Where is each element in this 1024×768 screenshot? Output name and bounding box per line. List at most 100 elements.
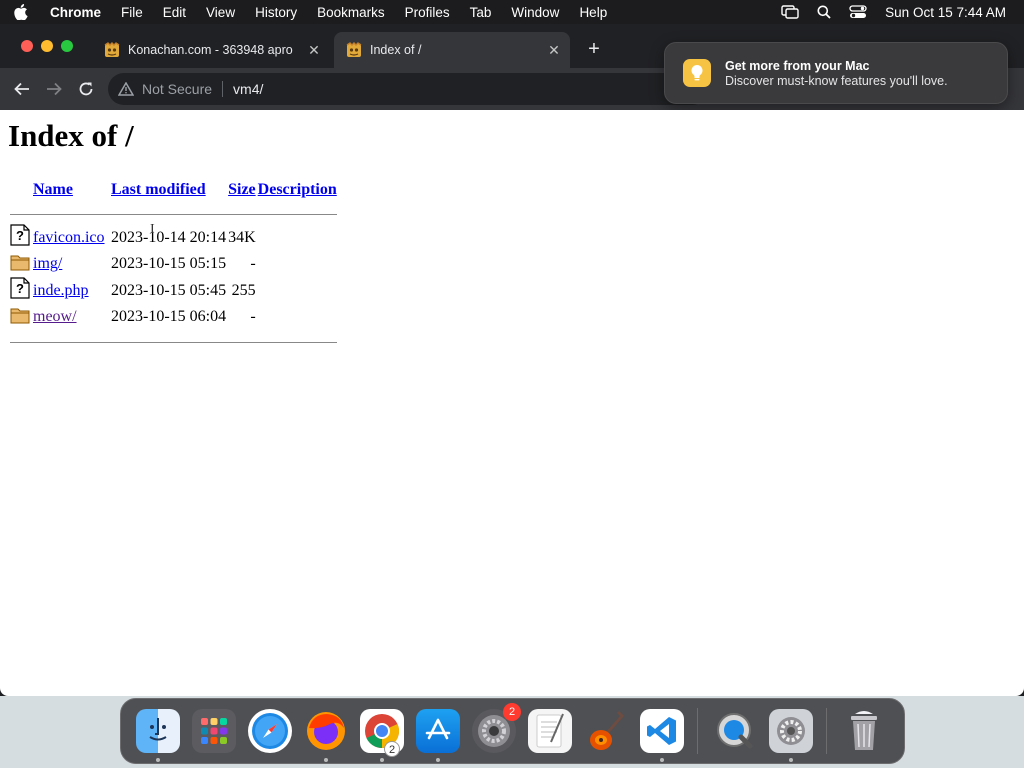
notification-badge: 2 — [503, 703, 521, 721]
close-window-button[interactable] — [21, 40, 33, 52]
file-icon-cell — [10, 304, 31, 330]
safari-icon[interactable] — [248, 709, 292, 753]
web-page: Index of / Name Last modified Size Descr… — [0, 110, 1024, 696]
icon-column-header — [10, 176, 31, 204]
system-preferences-icon[interactable] — [769, 709, 813, 762]
folder-link[interactable]: meow/ — [33, 308, 77, 325]
file-link[interactable]: favicon.ico — [33, 229, 105, 246]
description-cell — [258, 304, 337, 330]
running-indicator — [436, 758, 440, 762]
table-row: ? inde.php 2023-10-15 05:45 255 — [10, 277, 337, 304]
notification-text: Get more from your Mac Discover must-kno… — [725, 59, 948, 88]
dock-divider — [826, 708, 827, 754]
tab-index-of[interactable]: Index of / ✕ — [334, 32, 570, 68]
dock: 2 2 — [120, 698, 905, 764]
menu-bookmarks[interactable]: Bookmarks — [317, 5, 385, 20]
menu-view[interactable]: View — [206, 5, 235, 20]
konachan-favicon-icon — [104, 42, 120, 58]
new-tab-button[interactable]: + — [584, 39, 604, 60]
table-row: ? favicon.ico 2023-10-14 20:14 34K — [10, 224, 337, 251]
garageband-icon[interactable] — [584, 709, 628, 753]
notification-banner[interactable]: Get more from your Mac Discover must-kno… — [664, 42, 1008, 104]
menu-window[interactable]: Window — [511, 5, 559, 20]
menu-help[interactable]: Help — [579, 5, 607, 20]
table-row: meow/ 2023-10-15 06:04 - — [10, 304, 337, 330]
sort-by-modified-link[interactable]: Last modified — [111, 181, 206, 198]
address-bar[interactable]: Not Secure vm4/ — [108, 73, 708, 105]
forward-arrow-icon[interactable] — [44, 79, 64, 99]
file-link[interactable]: inde.php — [33, 282, 89, 299]
menu-edit[interactable]: Edit — [163, 5, 186, 20]
system-settings-icon[interactable]: 2 — [472, 703, 521, 753]
file-icon-cell: ? — [10, 224, 31, 251]
security-label[interactable]: Not Secure — [142, 81, 212, 97]
divider-line — [10, 213, 337, 215]
file-icon-cell — [10, 251, 31, 277]
table-row: img/ 2023-10-15 05:15 - — [10, 251, 337, 277]
running-indicator — [789, 758, 793, 762]
modified-cell: 2023-10-14 20:14 — [111, 228, 227, 246]
screen-mirroring-icon[interactable] — [781, 5, 799, 19]
maximize-window-button[interactable] — [61, 40, 73, 52]
size-cell: - — [250, 255, 256, 272]
chrome-icon[interactable]: 2 — [360, 709, 404, 762]
menu-history[interactable]: History — [255, 5, 297, 20]
running-indicator — [324, 758, 328, 762]
omnibox-divider — [222, 81, 224, 97]
textedit-icon[interactable] — [528, 709, 572, 753]
minimize-window-button[interactable] — [41, 40, 53, 52]
description-column-header[interactable]: Description — [258, 176, 337, 204]
firefox-icon[interactable] — [304, 709, 348, 762]
control-center-icon[interactable] — [849, 5, 867, 19]
size-cell: 34K — [228, 228, 256, 246]
app-store-icon[interactable] — [416, 709, 460, 762]
description-cell — [258, 251, 337, 277]
menu-profiles[interactable]: Profiles — [405, 5, 450, 20]
vscode-icon[interactable] — [640, 709, 684, 762]
size-column-header[interactable]: Size — [228, 176, 256, 204]
url-text[interactable]: vm4/ — [233, 81, 263, 97]
reload-icon[interactable] — [76, 79, 96, 99]
sort-by-description-link[interactable]: Description — [258, 181, 337, 198]
menu-clock[interactable]: Sun Oct 15 7:44 AM — [885, 5, 1006, 20]
launchpad-icon[interactable] — [192, 709, 236, 753]
name-column-header[interactable]: Name — [33, 176, 109, 204]
back-arrow-icon[interactable] — [12, 79, 32, 99]
description-cell — [258, 277, 337, 304]
close-tab-icon[interactable]: ✕ — [544, 40, 564, 60]
spotlight-search-icon[interactable] — [817, 5, 831, 19]
menu-tab[interactable]: Tab — [470, 5, 492, 20]
modified-column-header[interactable]: Last modified — [111, 176, 226, 204]
sort-by-name-link[interactable]: Name — [33, 181, 73, 198]
menu-file[interactable]: File — [121, 5, 143, 20]
close-tab-icon[interactable]: ✕ — [304, 40, 324, 60]
warning-triangle-icon[interactable] — [118, 82, 134, 96]
lightbulb-icon — [683, 59, 711, 87]
chrome-window-count-badge: 2 — [384, 741, 400, 757]
description-cell — [258, 224, 337, 251]
trash-icon[interactable] — [842, 709, 886, 753]
svg-text:?: ? — [16, 228, 24, 243]
menu-app-name[interactable]: Chrome — [50, 5, 101, 20]
tab-konachan[interactable]: Konachan.com - 363948 apro ✕ — [92, 32, 330, 68]
divider-line — [10, 341, 337, 343]
size-cell: 255 — [231, 281, 256, 299]
apple-menu-icon[interactable] — [14, 4, 36, 20]
modified-cell: 2023-10-15 06:04 — [111, 308, 227, 325]
folder-icon — [10, 306, 30, 326]
running-indicator — [660, 758, 664, 762]
notification-title: Get more from your Mac — [725, 58, 870, 73]
folder-link[interactable]: img/ — [33, 255, 62, 272]
text-cursor-icon: I — [150, 222, 155, 237]
folder-icon — [10, 253, 30, 273]
finder-icon[interactable] — [136, 709, 180, 762]
dock-divider — [697, 708, 698, 754]
sort-by-size-link[interactable]: Size — [228, 181, 256, 198]
quicktime-icon[interactable] — [713, 709, 757, 753]
page-title: Index of / — [8, 118, 134, 153]
tab-title: Index of / — [370, 43, 422, 57]
modified-cell: 2023-10-15 05:45 — [111, 281, 227, 299]
table-header-row: Name Last modified Size Description — [10, 176, 337, 204]
size-cell: - — [250, 308, 256, 325]
unknown-file-icon: ? — [10, 277, 30, 299]
